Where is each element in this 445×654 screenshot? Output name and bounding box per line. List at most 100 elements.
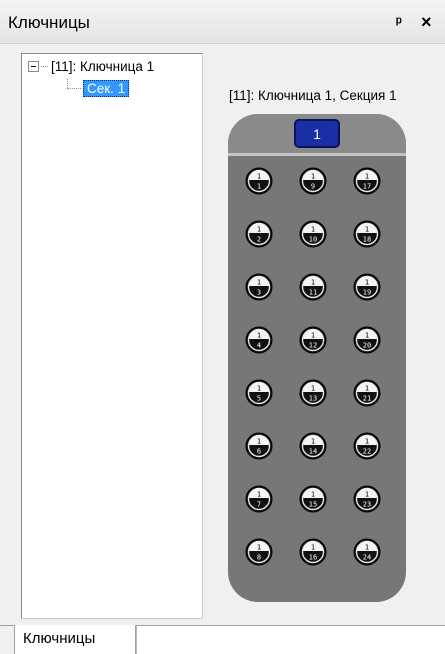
key-slot-number: 3	[257, 289, 261, 297]
key-slot-number: 18	[363, 236, 371, 244]
key-slot-number: 24	[363, 554, 371, 562]
key-icon: 12	[245, 220, 273, 248]
key-slot[interactable]: 1 15	[299, 485, 327, 513]
key-icon: 13	[245, 273, 273, 301]
key-slot[interactable]: 1 17	[353, 167, 381, 195]
key-slot-status: 1	[257, 544, 261, 552]
key-slot-status: 1	[365, 491, 369, 499]
key-slot-number: 6	[257, 448, 261, 456]
key-slot[interactable]: 11	[245, 167, 273, 195]
key-slot[interactable]: 18	[245, 538, 273, 566]
tree-root-label[interactable]: [11]: Ключница 1	[51, 59, 154, 74]
key-slot-number: 21	[363, 395, 371, 403]
key-icon: 111	[299, 273, 327, 301]
key-slot[interactable]: 1 20	[353, 326, 381, 354]
key-slot[interactable]: 19	[299, 167, 327, 195]
key-slot-status: 1	[365, 332, 369, 340]
panel-title: Ключницы	[8, 13, 90, 32]
key-icon: 117	[353, 167, 381, 195]
key-slot-number: 16	[309, 554, 317, 562]
key-slot[interactable]: 1 19	[353, 273, 381, 301]
section-number-badge[interactable]: 1	[294, 119, 340, 148]
close-icon[interactable]: ×	[421, 12, 432, 33]
key-icon: 11	[245, 167, 273, 195]
key-slot-number: 22	[363, 448, 371, 456]
key-icon: 18	[245, 538, 273, 566]
key-icon: 123	[353, 485, 381, 513]
tree-connector	[67, 79, 68, 88]
tab-keyholders[interactable]: Ключницы	[14, 625, 136, 654]
key-slot-status: 1	[257, 385, 261, 393]
key-slot-status: 1	[257, 438, 261, 446]
key-slot-status: 1	[365, 544, 369, 552]
key-slot-status: 1	[257, 173, 261, 181]
key-slot[interactable]: 1 13	[299, 379, 327, 407]
keyholder-tree[interactable]: [11]: Ключница 1 Сек. 1	[21, 53, 203, 619]
key-icon: 14	[245, 326, 273, 354]
key-icon: 110	[299, 220, 327, 248]
key-slot-status: 1	[257, 226, 261, 234]
pin-icon[interactable]: ᵖ	[396, 14, 402, 31]
key-icon: 112	[299, 326, 327, 354]
key-slot[interactable]: 1 11	[299, 273, 327, 301]
key-slot[interactable]: 1 18	[353, 220, 381, 248]
key-slot-status: 1	[311, 385, 315, 393]
key-slot-number: 9	[311, 183, 315, 191]
key-slot-status: 1	[257, 491, 261, 499]
key-slot-number: 17	[363, 183, 371, 191]
key-slot-number: 14	[309, 448, 317, 456]
keyholder-graphic: 1 1 1 1 9 1 17 1 2 1 10 1 18 1 3 1 11 1 19 1 4 1 12 1 20 1 5 1 13 1 2…	[228, 114, 406, 602]
key-slot-number: 12	[309, 342, 317, 350]
key-slot-number: 20	[363, 342, 371, 350]
key-slot-number: 19	[363, 289, 371, 297]
collapse-icon[interactable]	[28, 60, 39, 72]
panel-header: Ключницы ᵖ ×	[0, 0, 445, 44]
key-slot[interactable]: 1 21	[353, 379, 381, 407]
key-icon: 122	[353, 432, 381, 460]
tree-item-section[interactable]: Сек. 1	[83, 80, 130, 97]
key-slot[interactable]: 1 16	[299, 538, 327, 566]
key-slot-status: 1	[311, 173, 315, 181]
key-slot[interactable]: 1 22	[353, 432, 381, 460]
key-slot[interactable]: 15	[245, 379, 273, 407]
key-icon: 16	[245, 432, 273, 460]
key-icon: 124	[353, 538, 381, 566]
tree-item-root[interactable]: [11]: Ключница 1	[28, 57, 154, 75]
key-slot-number: 8	[257, 554, 261, 562]
key-slot[interactable]: 1 23	[353, 485, 381, 513]
key-slot-number: 4	[257, 342, 261, 350]
key-slot-number: 1	[257, 183, 261, 191]
key-slot-status: 1	[365, 279, 369, 287]
key-slot[interactable]: 12	[245, 220, 273, 248]
key-slot-number: 11	[309, 289, 317, 297]
section-title: [11]: Ключница 1, Секция 1	[229, 88, 397, 103]
key-slot-status: 1	[311, 226, 315, 234]
key-icon: 113	[299, 379, 327, 407]
key-slot-status: 1	[365, 226, 369, 234]
key-slot[interactable]: 17	[245, 485, 273, 513]
key-slot-status: 1	[311, 491, 315, 499]
key-icon: 121	[353, 379, 381, 407]
key-icon: 114	[299, 432, 327, 460]
divider	[228, 153, 406, 156]
key-slot-number: 2	[257, 236, 261, 244]
key-slot[interactable]: 1 24	[353, 538, 381, 566]
key-slot[interactable]: 16	[245, 432, 273, 460]
key-icon: 118	[353, 220, 381, 248]
key-slot-number: 15	[309, 501, 317, 509]
panel-body: [11]: Ключница 1 Сек. 1 [11]: Ключница 1…	[0, 44, 445, 625]
key-slot[interactable]: 13	[245, 273, 273, 301]
key-slot[interactable]: 1 12	[299, 326, 327, 354]
key-slot[interactable]: 1 14	[299, 432, 327, 460]
tab-bar: Ключницы	[0, 625, 445, 654]
key-slot-number: 5	[257, 395, 261, 403]
key-slot-number: 7	[257, 501, 261, 509]
key-slot[interactable]: 14	[245, 326, 273, 354]
key-slot[interactable]: 1 10	[299, 220, 327, 248]
key-slot-status: 1	[311, 438, 315, 446]
key-slot-number: 23	[363, 501, 371, 509]
key-icon: 116	[299, 538, 327, 566]
tree-connector	[41, 65, 48, 67]
key-icon: 19	[299, 167, 327, 195]
key-slot-status: 1	[311, 544, 315, 552]
